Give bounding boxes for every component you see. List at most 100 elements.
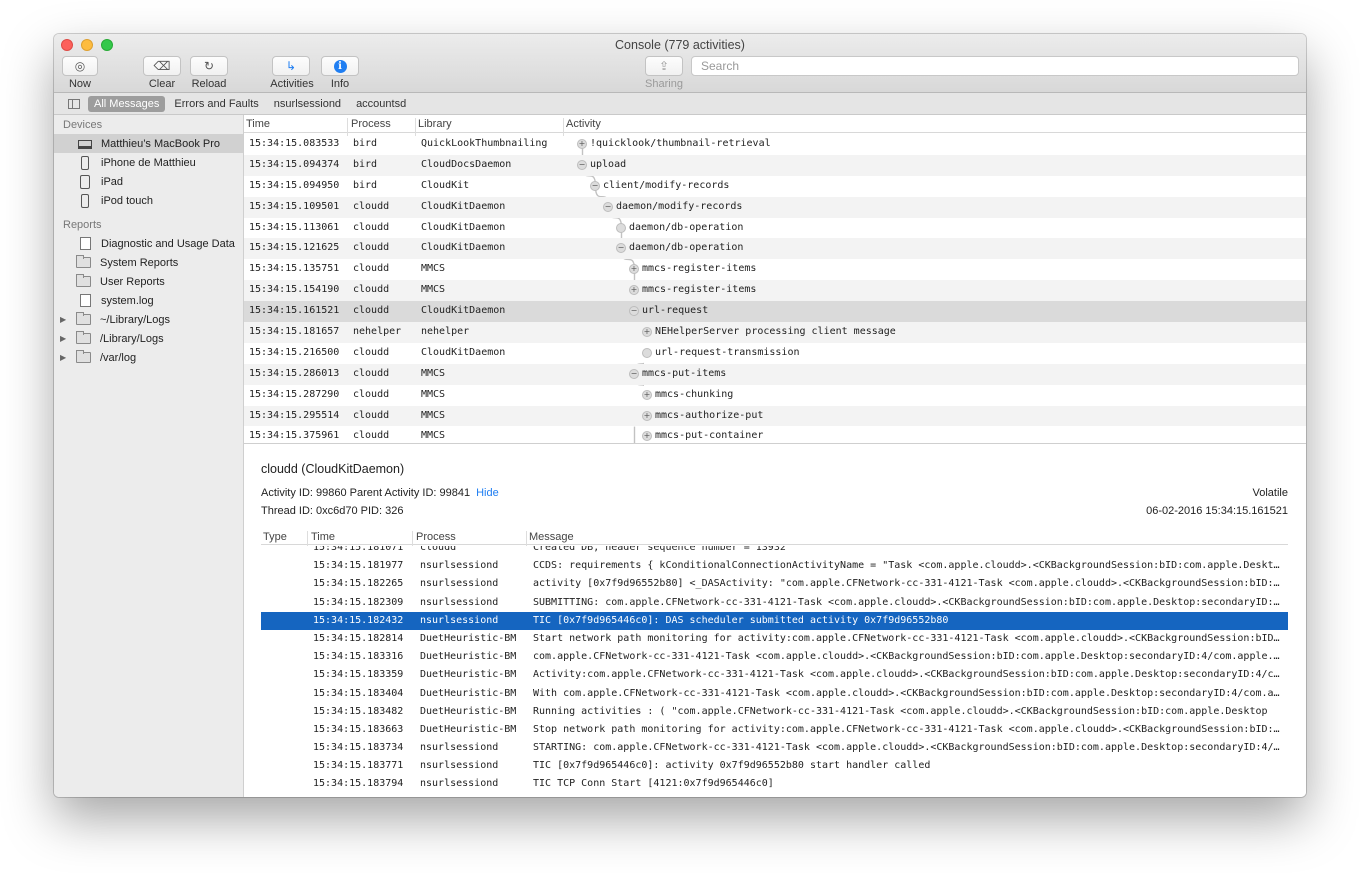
table-row[interactable]: 15:34:15.181071 cloudd Created DB, header … (261, 546, 1288, 557)
time-cell: 15:34:15.295514 (249, 409, 340, 421)
clear-button[interactable]: ⌫ (143, 56, 181, 76)
activity-cell: mmcs-register-items (642, 263, 757, 275)
table-row[interactable]: 15:34:15.181977 nsurlsessiond CCDS: requir… (261, 557, 1288, 575)
column-header-activity[interactable]: Activity (566, 118, 601, 130)
collapse-icon[interactable]: − (603, 201, 613, 212)
disclosure-triangle-icon[interactable]: ▶ (60, 315, 66, 324)
sidebar-item-ipad[interactable]: iPad (54, 172, 243, 191)
table-row[interactable]: 15:34:15.135751 cloudd MMCS + mmcs-register-… (244, 259, 1306, 280)
collapse-icon[interactable]: − (590, 180, 600, 191)
table-row[interactable]: 15:34:15.181657 nehelper nehelper + NEHelper… (244, 322, 1306, 343)
time-cell: 15:34:15.183404 (313, 687, 404, 699)
time-cell: 15:34:15.109501 (249, 200, 340, 212)
table-row[interactable]: 15:34:15.182265 nsurlsessiond activity [0x… (261, 575, 1288, 593)
column-divider[interactable] (307, 531, 308, 546)
sidebar-item-diagnostic-usage[interactable]: Diagnostic and Usage Data (54, 234, 243, 253)
sidebar-item-ipod-touch[interactable]: iPod touch (54, 191, 243, 210)
time-cell: 15:34:15.182265 (313, 578, 404, 590)
column-header-time[interactable]: Time (311, 531, 335, 543)
hide-link[interactable]: Hide (476, 487, 499, 499)
expand-icon[interactable]: + (629, 264, 639, 275)
table-row[interactable]: 15:34:15.094374 bird CloudDocsDaemon − uploa… (244, 154, 1306, 176)
table-row[interactable]: 15:34:15.183316 DuetHeuristic-BM com.apple… (261, 648, 1288, 666)
sidebar-item-macbook-pro[interactable]: Matthieu’s MacBook Pro (54, 134, 243, 153)
collapse-icon[interactable]: − (629, 368, 639, 379)
sidebar-item-label: User Reports (100, 275, 165, 288)
sidebar-item-library-logs[interactable]: ▶ /Library/Logs (54, 329, 243, 348)
disclosure-triangle-icon[interactable]: ▶ (60, 334, 66, 343)
column-header-type[interactable]: Type (263, 531, 287, 543)
process-cell: cloudd (353, 367, 390, 379)
column-divider[interactable] (412, 531, 413, 546)
activity-cell: mmcs-put-container (655, 430, 764, 442)
table-row[interactable]: 15:34:15.109501 cloudd CloudKitDaemon − daem… (244, 196, 1306, 218)
sidebar-item-var-log[interactable]: ▶ /var/log (54, 348, 243, 367)
table-row[interactable]: 15:34:15.183404 DuetHeuristic-BM With com.… (261, 685, 1288, 703)
table-row[interactable]: 15:34:15.121625 cloudd CloudKitDaemon − daem… (244, 238, 1306, 260)
time-cell: 15:34:15.287290 (249, 388, 340, 400)
table-row[interactable]: 15:34:15.113061 cloudd CloudKitDaemon daemo… (244, 218, 1306, 239)
filter-errors-and-faults[interactable]: Errors and Faults (168, 96, 264, 112)
column-header-library[interactable]: Library (418, 118, 452, 130)
table-row[interactable]: 15:34:15.287290 cloudd MMCS + mmcs-chunking (244, 385, 1306, 406)
table-row[interactable]: 15:34:15.094950 bird CloudKit − client/modif… (244, 176, 1306, 197)
messages-table[interactable]: 15:34:15.181071 cloudd Created DB, header … (261, 546, 1288, 797)
table-row[interactable]: 15:34:15.182432 nsurlsessiond TIC [0x7f9d9… (261, 611, 1288, 630)
table-row[interactable]: 15:34:15.182814 DuetHeuristic-BM Start net… (261, 630, 1288, 648)
table-row[interactable]: 15:34:15.295514 cloudd MMCS + mmcs-authorize… (244, 405, 1306, 427)
info-button[interactable]: i (321, 56, 359, 76)
table-row[interactable]: 15:34:15.183794 nsurlsessiond TIC TCP Conn… (261, 775, 1288, 793)
sidebar-item-iphone[interactable]: iPhone de Matthieu (54, 153, 243, 172)
time-cell: 15:34:15.183734 (313, 742, 404, 754)
process-cell: cloudd (353, 263, 390, 275)
column-divider[interactable] (526, 531, 527, 546)
expand-icon[interactable]: + (642, 389, 652, 400)
column-header-message[interactable]: Message (529, 531, 574, 543)
sidebar-item-system-log[interactable]: system.log (54, 291, 243, 310)
filter-accountsd[interactable]: accountsd (350, 96, 412, 112)
phone-icon (81, 193, 89, 208)
collapse-icon[interactable]: − (616, 243, 626, 254)
sidebar-toggle-icon[interactable] (68, 98, 80, 109)
table-row[interactable]: 15:34:15.083533 bird QuickLookThumbnailing… (244, 134, 1306, 155)
table-row[interactable]: 15:34:15.182309 nsurlsessiond SUBMITTING: … (261, 594, 1288, 612)
sidebar-item-user-reports[interactable]: User Reports (54, 272, 243, 291)
now-button[interactable]: ◎ (62, 56, 98, 76)
table-row[interactable]: 15:34:15.183482 DuetHeuristic-BM Running a… (261, 703, 1288, 721)
reload-button[interactable]: ↻ (190, 56, 228, 76)
activity-cell: daemon/modify-records (616, 200, 743, 212)
expand-icon[interactable]: + (642, 410, 652, 421)
sidebar-item-user-library-logs[interactable]: ▶ ~/Library/Logs (54, 310, 243, 329)
search-input[interactable]: Search (691, 56, 1299, 76)
table-row[interactable]: 15:34:15.161521 cloudd CloudKitDaemon − url-… (244, 301, 1306, 323)
filter-nsurlsessiond[interactable]: nsurlsessiond (268, 96, 347, 112)
message-cell: With com.apple.CFNetwork-cc-331-4121-Tas… (533, 687, 1281, 699)
expand-icon[interactable]: + (642, 431, 652, 442)
table-row[interactable]: 15:34:15.375961 cloudd MMCS + mmcs-put-conta… (244, 426, 1306, 443)
column-header-process[interactable]: Process (416, 531, 456, 543)
expand-icon[interactable]: + (577, 139, 587, 149)
table-row[interactable]: 15:34:15.286013 cloudd MMCS − mmcs-put-items (244, 363, 1306, 385)
activities-table[interactable]: 15:34:15.083533 bird QuickLookThumbnailing… (244, 134, 1306, 443)
disclosure-triangle-icon[interactable]: ▶ (60, 353, 66, 362)
process-cell: cloudd (353, 200, 390, 212)
filter-all-messages[interactable]: All Messages (88, 95, 166, 112)
collapse-icon[interactable]: − (629, 306, 639, 317)
collapse-icon[interactable]: − (577, 159, 587, 170)
table-row[interactable]: 15:34:15.183359 DuetHeuristic-BM Activity:… (261, 666, 1288, 684)
table-row[interactable]: 15:34:15.154190 cloudd MMCS + mmcs-register-… (244, 280, 1306, 302)
sharing-button[interactable]: ⇪ (645, 56, 683, 76)
time-cell: 15:34:15.182814 (313, 632, 404, 644)
sidebar-item-system-reports[interactable]: System Reports (54, 253, 243, 272)
column-header-process[interactable]: Process (351, 118, 391, 130)
process-cell: nehelper (353, 326, 402, 338)
table-row[interactable]: 15:34:15.183734 nsurlsessiond STARTING: co… (261, 739, 1288, 757)
activities-button[interactable]: ↳ (272, 56, 310, 76)
table-row[interactable]: 15:34:15.183771 nsurlsessiond TIC [0x7f9d9… (261, 757, 1288, 775)
expand-icon[interactable]: + (629, 285, 639, 296)
reload-icon: ↻ (203, 59, 215, 73)
table-row[interactable]: 15:34:15.216500 cloudd CloudKitDaemon url-r… (244, 343, 1306, 364)
column-header-time[interactable]: Time (246, 118, 270, 130)
expand-icon[interactable]: + (642, 327, 652, 338)
table-row[interactable]: 15:34:15.183663 DuetHeuristic-BM Stop netw… (261, 721, 1288, 739)
